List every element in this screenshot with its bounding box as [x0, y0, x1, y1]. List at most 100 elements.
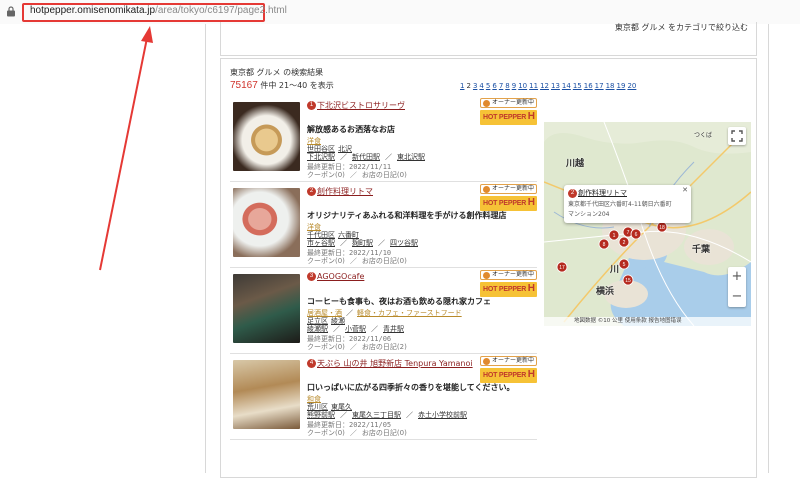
page-link-9[interactable]: 9 [512, 82, 516, 90]
page-link-13[interactable]: 13 [551, 82, 560, 90]
shop-stations: 熊野前駅 ／ 東尾久三丁目駅 ／ 赤土小学校前駅 [307, 410, 467, 420]
page-link-10[interactable]: 10 [518, 82, 527, 90]
coupon-separator: ／ [349, 343, 357, 351]
shop-number-badge: 4 [307, 359, 316, 368]
coupon-diary-row: クーポン(0) ／ お店の日記(0) [307, 256, 407, 266]
page-link-20[interactable]: 20 [627, 82, 636, 90]
page-link-16[interactable]: 16 [584, 82, 593, 90]
popup-address-line2: マンション204 [568, 211, 610, 218]
shop-thumbnail[interactable] [233, 188, 300, 257]
map-attribution: 地図数据 ©10 公里 使用条款 报告地图错误 [544, 317, 751, 326]
genre-link[interactable]: 軽食・カフェ・ファーストフード [357, 309, 462, 317]
shop-title-row: 1 下北沢ビストロサリーヴ [307, 100, 405, 111]
station-link[interactable]: 四ツ谷駅 [390, 239, 418, 247]
hotpepper-logo-text: HOT PEPPER [483, 372, 527, 379]
shop-thumbnail[interactable] [233, 102, 300, 171]
page-link-12[interactable]: 12 [540, 82, 549, 90]
results-map[interactable]: 17 2 1 18 8 7 6 15 5 川越 川 横浜 千葉 つくば 2 創作料理リトマ 東京都… [544, 122, 751, 326]
zoom-in-button[interactable]: + [728, 267, 746, 287]
shop-catchphrase: コーヒーも食事も、夜はお酒も飲める隠れ家カフェ [307, 297, 491, 306]
shop-number-badge: 3 [307, 272, 316, 281]
map-marker[interactable]: 17 [556, 261, 568, 273]
map-marker[interactable]: 15 [622, 274, 634, 286]
page-link-2[interactable]: 2 [466, 82, 470, 90]
page-link-5[interactable]: 5 [486, 82, 490, 90]
station-link[interactable]: 綾瀬駅 [307, 325, 328, 333]
diary-count: お店の日記(0) [361, 171, 407, 179]
station-link[interactable]: 下北沢駅 [307, 153, 335, 161]
url-text[interactable]: hotpepper.omisenomikata.jp/area/tokyo/c6… [30, 5, 287, 16]
shop-stations: 市ヶ谷駅 ／ 麹町駅 ／ 四ツ谷駅 [307, 238, 418, 248]
page-link-1[interactable]: 1 [460, 82, 464, 90]
station-link[interactable]: 小菅駅 [345, 325, 366, 333]
coupon-count: クーポン(0) [307, 429, 345, 437]
page-link-8[interactable]: 8 [505, 82, 509, 90]
hotpepper-logo[interactable]: HOT PEPPER H [480, 368, 537, 383]
fullscreen-button[interactable] [728, 127, 746, 145]
map-marker[interactable]: 6 [630, 228, 642, 240]
shop-name-link[interactable]: 下北沢ビストロサリーヴ [317, 101, 405, 110]
result-item: 3 AGOGOcafe オーナー更新中 HOT PEPPER H コーヒーも食事も、夜はお… [230, 270, 537, 354]
page-link-14[interactable]: 14 [562, 82, 571, 90]
page-link-15[interactable]: 15 [573, 82, 582, 90]
hotpepper-logo[interactable]: HOT PEPPER H [480, 196, 537, 211]
coupon-count: クーポン(0) [307, 171, 345, 179]
map-marker[interactable]: 8 [598, 238, 610, 250]
page-link-7[interactable]: 7 [499, 82, 503, 90]
hotpepper-logo-text: HOT PEPPER [483, 114, 527, 121]
station-separator: ／ [340, 239, 347, 247]
page-link-17[interactable]: 17 [595, 82, 604, 90]
results-range: 件中 21〜40 を表示 [260, 81, 334, 90]
shop-thumbnail[interactable] [233, 274, 300, 343]
map-label-kawa: 川 [610, 265, 620, 275]
map-marker-label: 5 [623, 262, 626, 268]
owner-updating-badge: オーナー更新中 [480, 270, 537, 280]
station-link[interactable]: 東尾久三丁目駅 [352, 411, 401, 419]
address-bar[interactable]: hotpepper.omisenomikata.jp/area/tokyo/c6… [0, 0, 800, 24]
popup-shop-link[interactable]: 創作料理リトマ [578, 189, 627, 197]
category-refine-link[interactable]: 東京都 グルメ をカテゴリで絞り込む [615, 22, 748, 33]
shop-thumbnail[interactable] [233, 360, 300, 429]
station-separator: ／ [385, 153, 392, 161]
page-link-19[interactable]: 19 [617, 82, 626, 90]
page-link-4[interactable]: 4 [479, 82, 483, 90]
station-link[interactable]: 熊野前駅 [307, 411, 335, 419]
station-separator: ／ [406, 411, 413, 419]
station-link[interactable]: 青井駅 [383, 325, 404, 333]
shop-name-link[interactable]: 創作料理リトマ [317, 187, 373, 196]
lock-icon [7, 6, 15, 17]
map-label-yokohama: 横浜 [596, 287, 615, 297]
coupon-separator: ／ [349, 257, 357, 265]
coupon-count: クーポン(0) [307, 343, 345, 351]
close-icon[interactable]: ✕ [682, 186, 688, 194]
owner-badge-label: オーナー更新中 [492, 185, 535, 192]
hotpepper-logo[interactable]: HOT PEPPER H [480, 282, 537, 297]
station-link[interactable]: 新代田駅 [352, 153, 380, 161]
coupon-diary-row: クーポン(0) ／ お店の日記(0) [307, 170, 407, 180]
map-marker[interactable]: 1 [608, 229, 620, 241]
station-link[interactable]: 市ヶ谷駅 [307, 239, 335, 247]
map-marker[interactable]: 2 [618, 236, 630, 248]
owner-badge-label: オーナー更新中 [492, 357, 535, 364]
owner-badge-label: オーナー更新中 [492, 99, 535, 106]
station-link[interactable]: 麹町駅 [352, 239, 373, 247]
hotpepper-logo-mark: H [527, 197, 535, 208]
shop-name-link[interactable]: AGOGOcafe [317, 272, 364, 281]
map-marker[interactable]: 18 [656, 221, 668, 233]
owner-updating-badge: オーナー更新中 [480, 184, 537, 194]
station-link[interactable]: 赤土小学校前駅 [418, 411, 467, 419]
page-link-3[interactable]: 3 [473, 82, 477, 90]
map-marker[interactable]: 5 [618, 258, 630, 270]
map-marker-label: 2 [623, 240, 626, 246]
shop-name-link[interactable]: 天ぷら 山の井 旭野新店 Tenpura Yamanoi [317, 359, 473, 368]
shop-number-badge: 2 [307, 187, 316, 196]
hotpepper-logo[interactable]: HOT PEPPER H [480, 110, 537, 125]
page-link-11[interactable]: 11 [529, 82, 538, 90]
page-link-18[interactable]: 18 [606, 82, 615, 90]
zoom-out-button[interactable]: − [728, 287, 746, 307]
page-link-6[interactable]: 6 [492, 82, 496, 90]
station-link[interactable]: 東北沢駅 [397, 153, 425, 161]
hotpepper-logo-text: HOT PEPPER [483, 200, 527, 207]
map-marker-label: 1 [613, 233, 616, 239]
owner-updating-badge: オーナー更新中 [480, 356, 537, 366]
